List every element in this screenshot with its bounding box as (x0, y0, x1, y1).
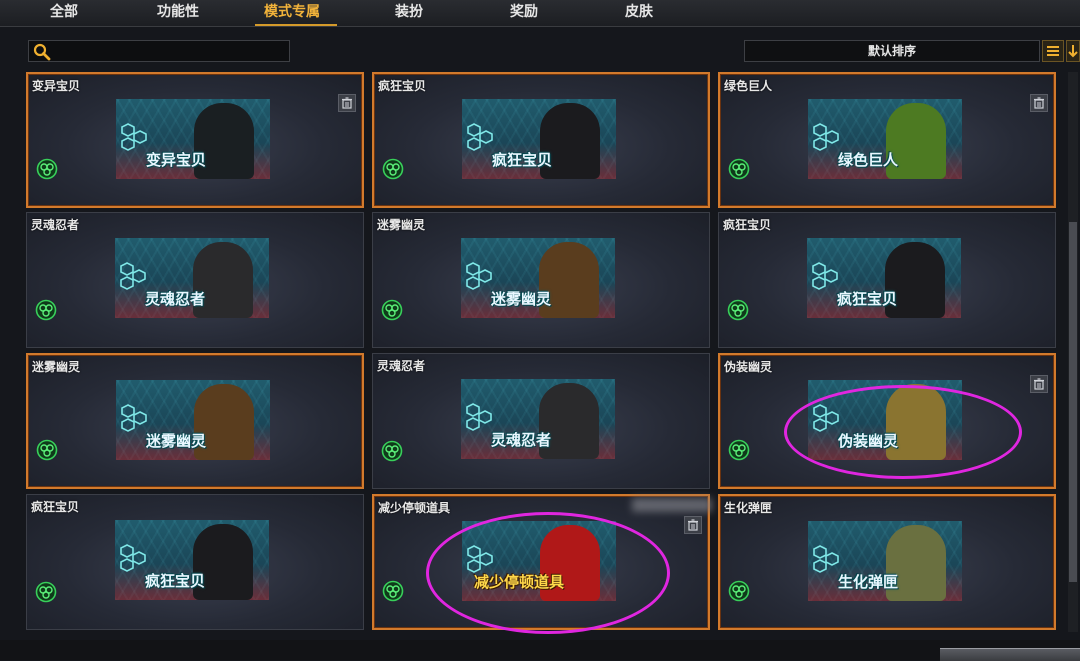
item-title: 绿色巨人 (724, 79, 773, 93)
item-title: 疯狂宝贝 (378, 79, 427, 93)
delete-button[interactable] (338, 94, 356, 112)
item-card[interactable]: 绿色巨人 绿色巨人 (718, 72, 1056, 208)
item-art-label: 伪装幽灵 (838, 432, 899, 450)
biohazard-badge-icon (35, 581, 57, 603)
item-artwork: 伪装幽灵 (808, 380, 962, 460)
trash-icon (688, 519, 698, 531)
item-art-label: 疯狂宝贝 (145, 572, 206, 590)
redacted-spot (632, 498, 712, 512)
bottom-button[interactable] (940, 648, 1080, 661)
item-title: 灵魂忍者 (31, 218, 80, 232)
tab-mode-exclusive[interactable]: 模式专属 (264, 2, 320, 22)
arrow-down-icon (1068, 45, 1078, 58)
tab-all[interactable]: 全部 (50, 2, 78, 22)
delete-button[interactable] (1030, 94, 1048, 112)
item-card[interactable]: 灵魂忍者 灵魂忍者 (26, 212, 364, 348)
biohazard-badge-icon (36, 158, 58, 180)
item-art-label: 疯狂宝贝 (492, 151, 553, 169)
item-grid: 变异宝贝 变异宝贝 疯狂宝贝 疯狂宝贝 绿色巨人 绿色巨人 灵魂忍者 灵魂忍者 迷雾幽灵 迷雾幽灵… (26, 72, 1062, 632)
item-title: 疯狂宝贝 (31, 500, 80, 514)
biohazard-badge-icon (35, 299, 57, 321)
biohazard-badge-icon (382, 158, 404, 180)
item-title: 灵魂忍者 (377, 359, 426, 373)
item-artwork: 迷雾幽灵 (461, 238, 615, 318)
item-art-label: 绿色巨人 (838, 151, 899, 169)
list-view-button[interactable] (1042, 40, 1064, 62)
item-artwork: 疯狂宝贝 (115, 520, 269, 600)
biohazard-badge-icon (728, 158, 750, 180)
tab-functional[interactable]: 功能性 (157, 2, 199, 22)
item-card[interactable]: 灵魂忍者 灵魂忍者 (372, 353, 710, 489)
item-art-label: 生化弹匣 (838, 573, 899, 591)
item-card[interactable]: 迷雾幽灵 迷雾幽灵 (372, 212, 710, 348)
item-title: 伪装幽灵 (724, 360, 773, 374)
biohazard-badge-icon (728, 439, 750, 461)
item-title: 迷雾幽灵 (32, 360, 81, 374)
item-title: 减少停顿道具 (378, 501, 451, 515)
trash-icon (1034, 97, 1044, 109)
biohazard-badge-icon (381, 440, 403, 462)
scrollbar[interactable] (1068, 72, 1078, 632)
scrollbar-thumb[interactable] (1069, 222, 1077, 582)
item-art-label: 灵魂忍者 (491, 431, 552, 449)
trash-icon (342, 97, 352, 109)
item-card[interactable]: 疯狂宝贝 疯狂宝贝 (26, 494, 364, 630)
sort-dropdown[interactable]: 默认排序 (744, 40, 1040, 62)
delete-button[interactable] (1030, 375, 1048, 393)
search-box[interactable] (28, 40, 290, 63)
delete-button[interactable] (684, 516, 702, 534)
item-artwork: 变异宝贝 (116, 99, 270, 179)
item-art-label: 迷雾幽灵 (491, 290, 552, 308)
item-card[interactable]: 变异宝贝 变异宝贝 (26, 72, 364, 208)
tab-rewards[interactable]: 奖励 (510, 2, 538, 22)
biohazard-badge-icon (381, 299, 403, 321)
biohazard-badge-icon (727, 299, 749, 321)
item-artwork: 灵魂忍者 (461, 379, 615, 459)
item-card[interactable]: 疯狂宝贝 疯狂宝贝 (372, 72, 710, 208)
sort-label: 默认排序 (867, 44, 916, 58)
item-artwork: 灵魂忍者 (115, 238, 269, 318)
item-artwork: 减少停顿道具 (462, 521, 616, 601)
search-input[interactable] (55, 41, 289, 63)
item-artwork: 绿色巨人 (808, 99, 962, 179)
item-title: 迷雾幽灵 (377, 218, 426, 232)
item-art-label: 减少停顿道具 (474, 573, 565, 591)
sort-direction-button[interactable] (1066, 40, 1080, 62)
item-card[interactable]: 伪装幽灵 伪装幽灵 (718, 353, 1056, 489)
biohazard-badge-icon (728, 580, 750, 602)
search-icon (33, 43, 51, 61)
item-art-label: 灵魂忍者 (145, 290, 206, 308)
item-title: 生化弹匣 (724, 501, 773, 515)
item-artwork: 疯狂宝贝 (807, 238, 961, 318)
item-card[interactable]: 减少停顿道具 减少停顿道具 (372, 494, 710, 630)
item-artwork: 迷雾幽灵 (116, 380, 270, 460)
item-title: 疯狂宝贝 (723, 218, 772, 232)
item-artwork: 生化弹匣 (808, 521, 962, 601)
item-card[interactable]: 生化弹匣 生化弹匣 (718, 494, 1056, 630)
category-tab-bar: 全部 功能性 模式专属 装扮 奖励 皮肤 (0, 0, 1080, 27)
list-icon (1047, 46, 1059, 56)
bottom-bar (0, 640, 1080, 660)
biohazard-badge-icon (36, 439, 58, 461)
item-card[interactable]: 迷雾幽灵 迷雾幽灵 (26, 353, 364, 489)
active-tab-indicator (255, 24, 337, 26)
item-art-label: 迷雾幽灵 (146, 432, 207, 450)
item-art-label: 疯狂宝贝 (837, 290, 898, 308)
trash-icon (1034, 378, 1044, 390)
biohazard-badge-icon (382, 580, 404, 602)
item-artwork: 疯狂宝贝 (462, 99, 616, 179)
item-title: 变异宝贝 (32, 79, 81, 93)
item-art-label: 变异宝贝 (146, 151, 207, 169)
item-card[interactable]: 疯狂宝贝 疯狂宝贝 (718, 212, 1056, 348)
tab-appearance[interactable]: 装扮 (395, 2, 423, 22)
tab-skins[interactable]: 皮肤 (625, 2, 653, 22)
